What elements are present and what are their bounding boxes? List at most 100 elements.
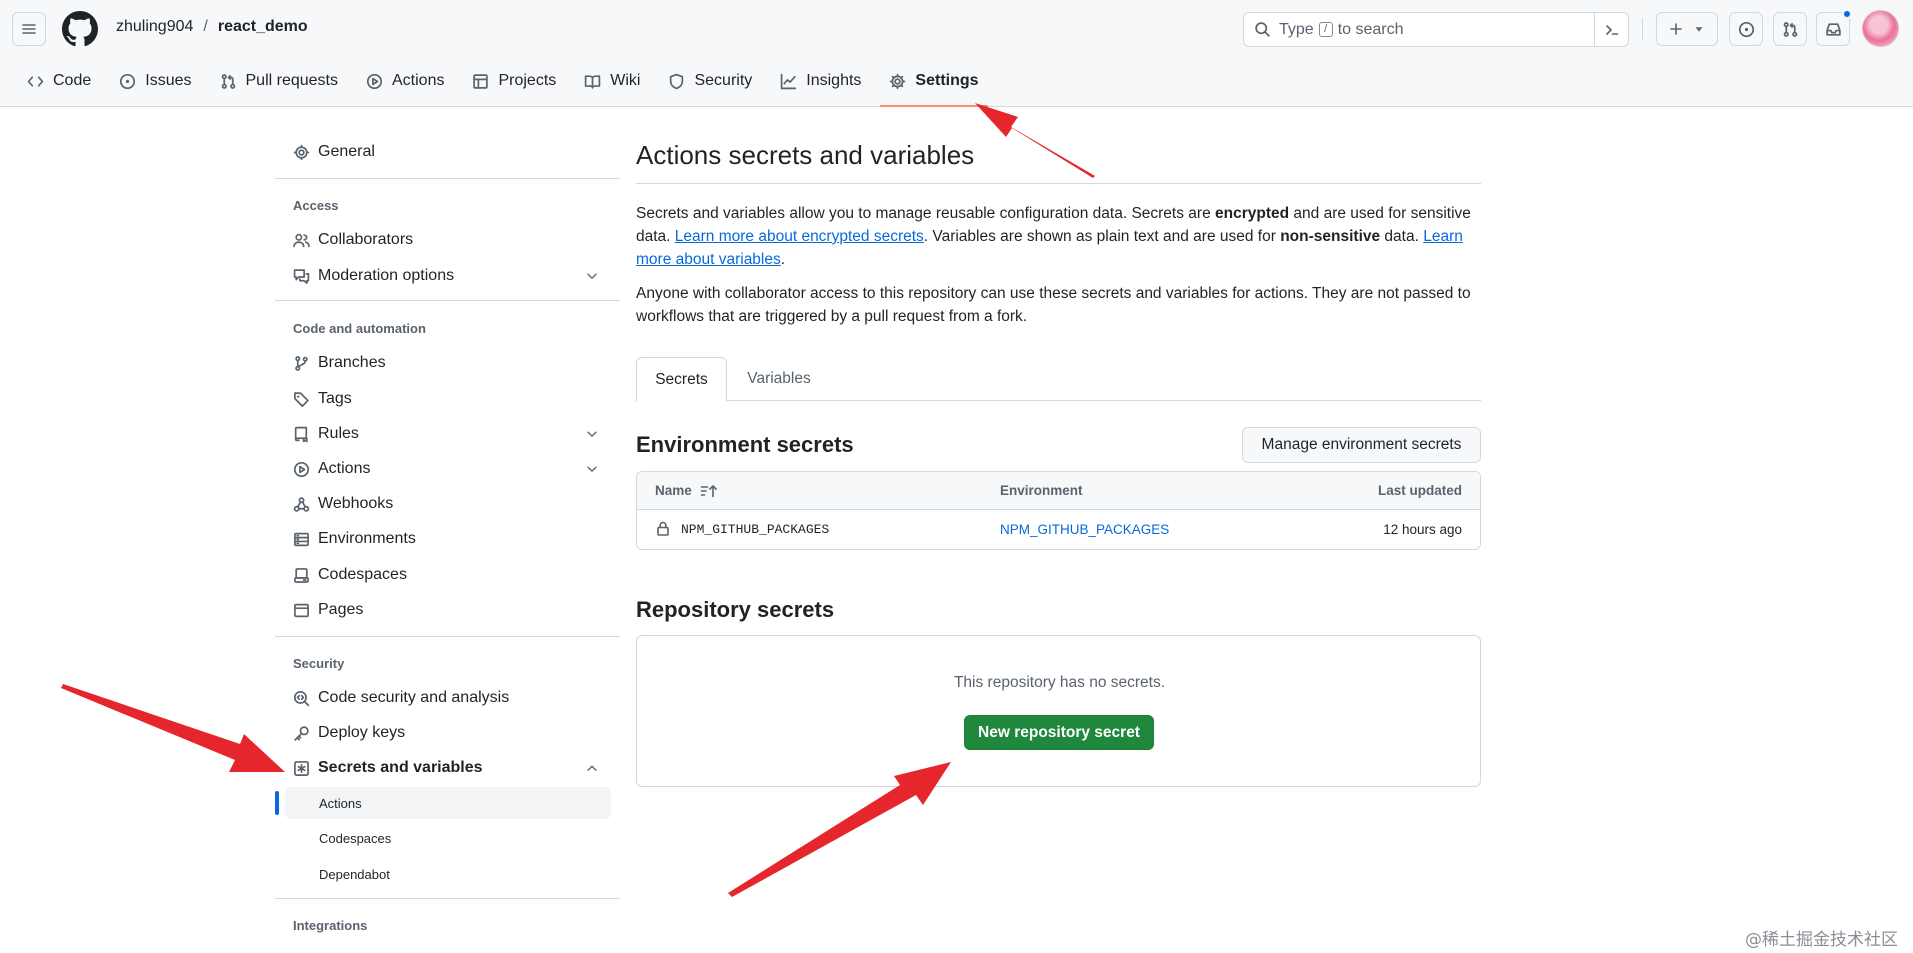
tag-icon [294,391,309,407]
caret-down-icon [1695,27,1703,32]
column-updated-header: Last updated [1377,483,1462,498]
sidebar-item-label: General [318,143,375,160]
shield-icon [670,73,684,89]
sidebar-item-tags[interactable]: Tags [275,383,611,415]
github-logo-icon[interactable] [62,11,98,47]
terminal-icon [1605,24,1618,35]
sidebar-divider [275,178,620,179]
chevron-down-icon [587,466,597,472]
chevron-up-icon [587,765,597,771]
sidebar-item-collaborators[interactable]: Collaborators [275,224,611,256]
manage-environment-secrets-button[interactable]: Manage environment secrets [1242,427,1481,463]
tab-label: Wiki [610,72,641,89]
intro-paragraph: Secrets and variables allow you to manag… [636,205,1471,268]
search-placeholder: Type / to search [1279,20,1404,38]
menu-button[interactable] [12,12,46,46]
notification-indicator [1842,9,1852,19]
tab-actions[interactable]: Actions [357,66,453,96]
sidebar-item-codespaces[interactable]: Codespaces [275,559,611,591]
new-repository-secret-button[interactable]: New repository secret [964,715,1154,750]
table-icon [473,73,489,89]
pull-request-icon [1783,21,1797,37]
sidebar-item-label: Pages [318,601,364,618]
watermark: @稀土掘金技术社区 [1745,930,1898,950]
tab-insights[interactable]: Insights [771,66,870,96]
column-environment-header: Environment [1000,483,1083,498]
sidebar-item-rules[interactable]: Rules [275,418,611,450]
learn-encrypted-secrets-link[interactable]: Learn more about encrypted secrets [675,228,924,245]
sidebar-item-pages[interactable]: Pages [275,594,611,626]
sidebar-item-general[interactable]: General [275,136,611,168]
sidebar-item-environments[interactable]: Environments [275,523,611,555]
tab-label: Projects [498,72,557,89]
sidebar-item-label: Tags [318,390,352,407]
column-name-header[interactable]: Name [655,483,720,498]
sidebar-divider [275,898,620,899]
title-divider [636,183,1481,184]
sidebar-item-branches[interactable]: Branches [275,347,611,379]
webhook-icon [293,496,310,512]
environment-secrets-title: Environment secrets [636,432,854,457]
tab-label: Pull requests [245,72,339,89]
chevron-down-icon [587,431,597,437]
sidebar-item-actions[interactable]: Actions [275,453,611,485]
issues-button[interactable] [1729,12,1763,46]
create-new-button[interactable] [1656,12,1718,46]
command-palette-button[interactable] [1594,13,1628,46]
avatar[interactable] [1862,10,1899,47]
tab-code[interactable]: Code [18,66,100,96]
graph-icon [781,73,797,89]
sidebar-heading-integrations: Integrations [293,918,368,933]
sidebar-subitem-codespaces[interactable]: Codespaces [275,822,611,854]
breadcrumb-separator: / [203,18,208,35]
tab-issues[interactable]: Issues [110,66,200,96]
sidebar-subitem-actions[interactable]: Actions [285,787,611,819]
tab-wiki[interactable]: Wiki [575,66,649,96]
repo-owner-link[interactable]: zhuling904 [116,18,193,36]
sidebar-subitem-dependabot[interactable]: Dependabot [275,858,611,890]
pull-requests-button[interactable] [1773,12,1807,46]
key-icon [294,725,309,741]
tab-label: Code [53,72,92,89]
sidebar-item-deploy-keys[interactable]: Deploy keys [275,717,611,749]
sidebar-item-label: Environments [318,530,416,547]
tab-secrets[interactable]: Secrets [636,357,727,402]
sidebar-item-label: Collaborators [318,231,414,248]
inbox-icon [1825,22,1841,36]
sidebar-item-webhooks[interactable]: Webhooks [275,488,611,520]
chevron-down-icon [587,273,597,279]
tab-label: Security [694,72,753,89]
secret-environment-link[interactable]: NPM_GITHUB_PACKAGES [1000,522,1169,537]
sidebar-item-secrets-variables[interactable]: Secrets and variables [275,752,611,784]
tab-pull-requests[interactable]: Pull requests [211,66,348,96]
sidebar-item-label: Codespaces [318,566,407,583]
repo-name-link[interactable]: react_demo [218,18,308,36]
sidebar-heading-security: Security [293,656,345,671]
header-divider [1642,18,1643,40]
sidebar-divider [275,636,620,637]
tab-projects[interactable]: Projects [463,66,565,96]
sidebar-heading-code-automation: Code and automation [293,321,426,336]
sidebar-item-moderation[interactable]: Moderation options [275,260,611,292]
arrow-to-settings-tab [975,103,1095,178]
tab-security[interactable]: Security [659,66,761,96]
comment-discussion-icon [293,268,310,284]
sidebar-item-label: Code security and analysis [318,689,510,706]
sidebar-item-label: Moderation options [318,267,455,284]
tab-variables[interactable]: Variables [727,357,831,401]
sidebar-item-label: Deploy keys [318,724,406,741]
tab-label: Insights [806,72,862,89]
tab-label: Actions [392,72,445,89]
play-icon [293,461,310,477]
sidebar-item-label: Actions [318,460,371,477]
search-input[interactable]: Type / to search [1243,12,1629,47]
tab-settings[interactable]: Settings [880,66,988,107]
issue-icon [1738,21,1754,37]
code-icon [27,75,44,87]
current-item-indicator [275,791,279,815]
codespaces-icon [294,567,309,583]
sidebar-item-code-security[interactable]: Code security and analysis [275,682,611,714]
access-note-paragraph: Anyone with collaborator access to this … [636,285,1471,325]
page-title: Actions secrets and variables [636,140,975,170]
gear-icon [293,144,310,160]
